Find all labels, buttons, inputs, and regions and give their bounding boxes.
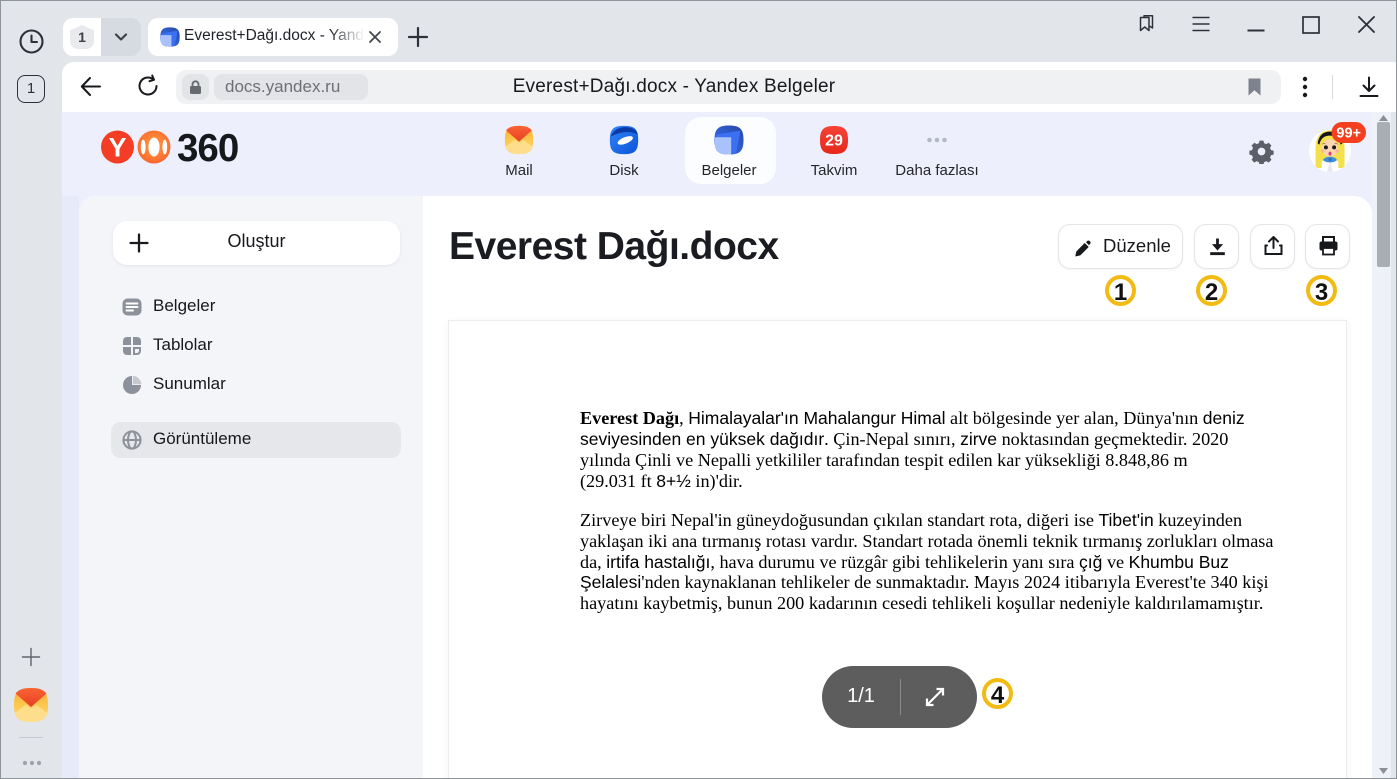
svg-text:360: 360 [177, 130, 238, 170]
svg-text:99+: 99+ [1336, 126, 1361, 142]
svg-text:29: 29 [825, 133, 843, 150]
svg-text:Y: Y [108, 133, 126, 163]
